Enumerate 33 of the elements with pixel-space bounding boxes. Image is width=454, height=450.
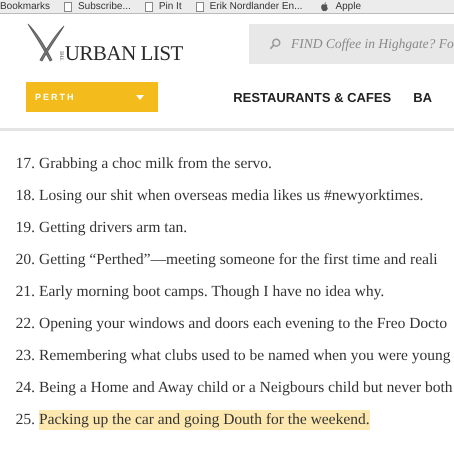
list-item-text: Getting drivers arm tan. <box>39 218 188 238</box>
page-icon <box>196 2 204 12</box>
page-icon <box>144 2 153 12</box>
nav-link[interactable]: BA <box>413 90 432 104</box>
list-number: 23. <box>14 347 36 365</box>
list-item-text: Getting “Perthed”—meeting someone for the first time and reali <box>39 250 438 270</box>
list-item-text: Opening your windows and doors each evening to the Freo Docto <box>39 314 448 334</box>
logo-text: URBAN LIST <box>64 41 183 66</box>
list-item-text: Remembering what clubs used to be named when you were young <box>39 346 451 366</box>
crossed-quills-icon <box>26 22 66 64</box>
page-icon <box>64 2 72 12</box>
list-item-text: Early morning boot camps. Though I have no idea why. <box>39 282 384 302</box>
bookmark-link[interactable]: Subscribe... <box>78 0 131 12</box>
list-item-text: Grabbing a choc milk from the servo. <box>39 154 272 174</box>
bookmark-link[interactable]: Bookmarks <box>0 0 50 12</box>
list-number: 17. <box>14 155 36 173</box>
caret-icon <box>136 94 144 100</box>
bookmark-link[interactable]: Pin It <box>158 0 182 12</box>
list-item-text: Packing up the car and going Douth for the weekend. <box>39 410 370 430</box>
list-number: 21. <box>14 283 36 301</box>
list-number: 24. <box>14 379 36 397</box>
list-number: 19. <box>14 219 36 237</box>
nav-link[interactable]: RESTAURANTS & CAFES <box>233 90 392 104</box>
list-number: 18. <box>14 187 36 205</box>
list-item-text: Being a Home and Away child or a Neigbours child but never both <box>39 378 453 398</box>
list-number: 25. <box>14 411 36 429</box>
search-field[interactable]: FIND Coffee in Highgate? Fo <box>249 24 454 64</box>
bookmark-link[interactable]: Apple <box>335 0 362 12</box>
apple-icon <box>320 2 330 12</box>
list-number: 22. <box>14 315 36 333</box>
list-item-text: Losing our shit when overseas media likes us #newyorktimes. <box>39 186 424 206</box>
bookmark-link[interactable]: Erik Nordlander En... <box>210 0 302 12</box>
list-number: 20. <box>14 251 36 269</box>
